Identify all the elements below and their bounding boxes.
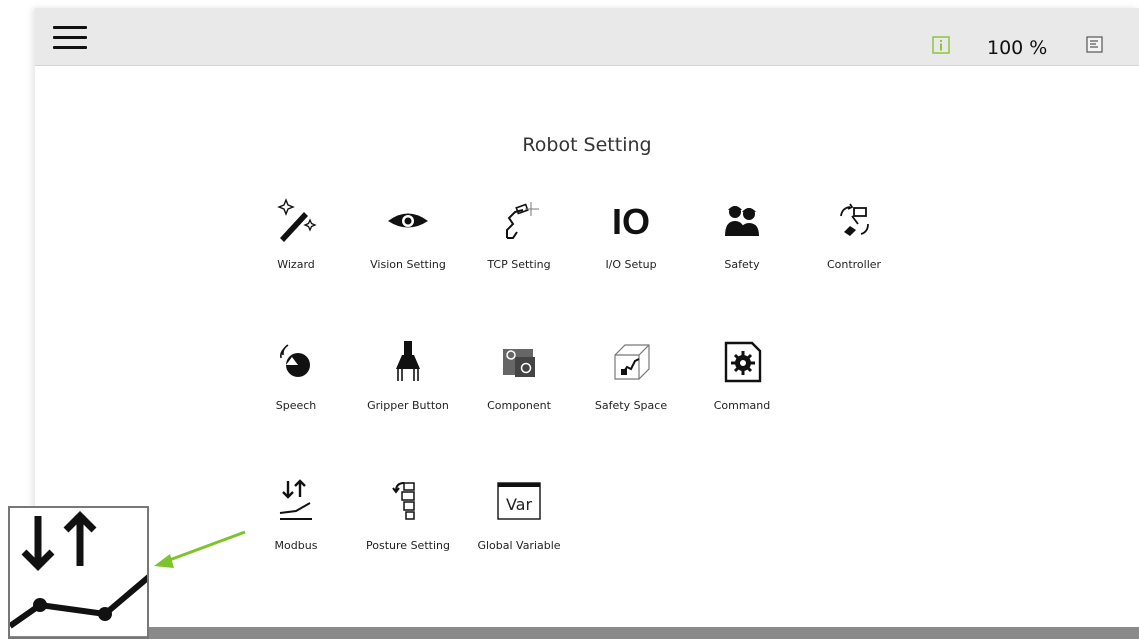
tile-safety-space[interactable]: Safety Space (581, 335, 681, 425)
tile-posture-setting[interactable]: Posture Setting (358, 475, 458, 565)
tile-command[interactable]: Command (692, 335, 792, 425)
io-icon: IO (612, 201, 650, 242)
tile-controller[interactable]: Controller (804, 194, 904, 284)
speech-icon (280, 344, 310, 377)
posture-icon (392, 482, 415, 520)
safety-space-icon (614, 344, 650, 380)
tile-gripper-button[interactable]: Gripper Button (358, 335, 458, 425)
safety-people-icon (725, 206, 759, 236)
modbus-icon (10, 511, 147, 637)
tile-label: Command (713, 399, 771, 412)
gripper-icon (396, 341, 420, 381)
controller-icon (840, 203, 869, 236)
component-icon (503, 349, 535, 377)
zoom-level: 100 % (987, 37, 1048, 59)
tile-label: Controller (826, 258, 882, 271)
global-variable-icon: Var (497, 482, 541, 520)
command-gear-icon (724, 341, 762, 383)
tile-safety[interactable]: Safety (692, 194, 792, 284)
tile-speech[interactable]: Speech (246, 335, 346, 425)
top-bar: 100 % (35, 8, 1139, 66)
tile-component[interactable]: Component (469, 335, 569, 425)
info-icon[interactable] (932, 36, 950, 54)
pointer-arrow (154, 530, 246, 568)
tcp-tool-icon (506, 202, 539, 239)
svg-text:IO: IO (612, 201, 650, 242)
tile-wizard[interactable]: Wizard (246, 194, 346, 284)
tile-io-setup[interactable]: IO I/O Setup (581, 194, 681, 284)
tile-global-variable[interactable]: Var Global Variable (469, 475, 569, 565)
bottom-bar (35, 627, 1139, 639)
tile-label: Global Variable (477, 539, 561, 552)
tile-modbus[interactable]: Modbus (246, 475, 346, 565)
eye-icon (388, 213, 428, 228)
document-icon[interactable] (1086, 36, 1103, 53)
page-title: Robot Setting (522, 134, 652, 156)
wizard-wand-icon (277, 198, 317, 242)
svg-text:Var: Var (506, 495, 533, 514)
hamburger-menu-icon[interactable] (53, 26, 87, 50)
tile-vision-setting[interactable]: Vision Setting (358, 194, 458, 284)
tile-tcp-setting[interactable]: TCP Setting (469, 194, 569, 284)
zoom-callout (8, 506, 149, 639)
modbus-icon (279, 479, 312, 520)
